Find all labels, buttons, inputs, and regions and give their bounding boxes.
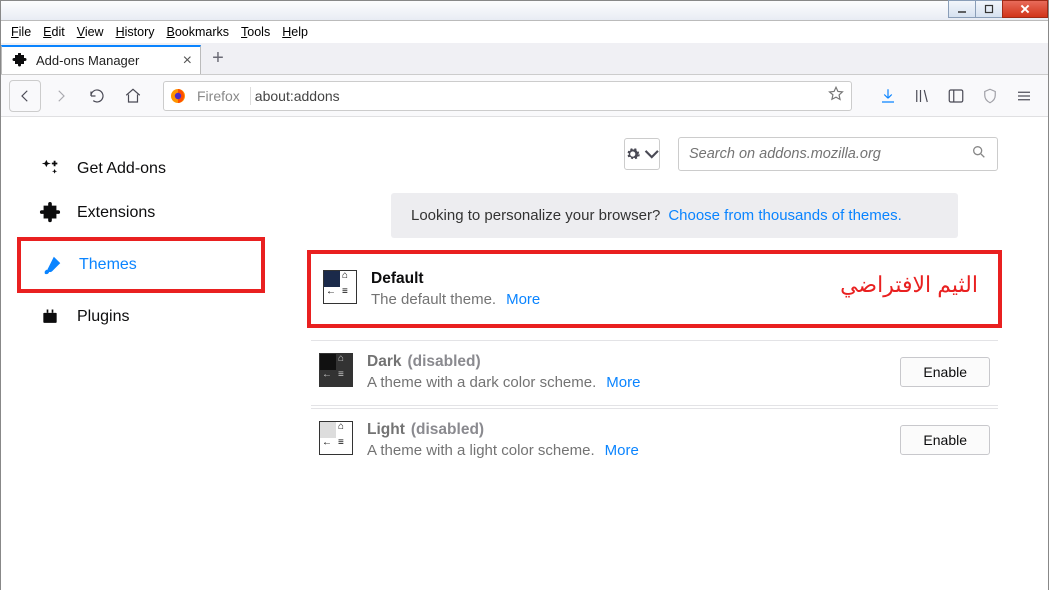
- puzzle-piece-icon: [39, 202, 61, 224]
- tab-strip: Add-ons Manager × +: [1, 43, 1048, 75]
- sidebar-item-label: Get Add-ons: [77, 160, 166, 178]
- banner-text: Looking to personalize your browser?: [411, 207, 660, 224]
- nav-toolbar: Firefox about:addons: [1, 75, 1048, 117]
- url-text: about:addons: [255, 88, 340, 104]
- annotation-highlight-theme: Default The default theme.More الثيم الا…: [307, 250, 1002, 328]
- tab-close-button[interactable]: ×: [183, 52, 192, 70]
- theme-description: A theme with a light color scheme.: [367, 442, 595, 459]
- sidebar-item-get-addons[interactable]: Get Add-ons: [21, 147, 261, 191]
- window-close-button[interactable]: [1002, 0, 1048, 18]
- sidebar-item-themes[interactable]: Themes: [23, 243, 259, 287]
- theme-disabled-tag: (disabled): [411, 421, 484, 438]
- menu-bookmarks[interactable]: Bookmarks: [167, 25, 230, 39]
- annotation-text: الثيم الافتراضي: [840, 272, 978, 298]
- theme-description: A theme with a dark color scheme.: [367, 374, 596, 391]
- identity-label: Firefox: [197, 88, 240, 104]
- forward-button[interactable]: [45, 80, 77, 112]
- tab-title: Add-ons Manager: [36, 53, 139, 68]
- enable-button[interactable]: Enable: [900, 425, 990, 455]
- sidebar-item-plugins[interactable]: Plugins: [21, 295, 261, 339]
- sidebar-item-label: Plugins: [77, 308, 129, 326]
- menu-history[interactable]: History: [116, 25, 155, 39]
- annotation-highlight-sidebar: Themes: [17, 237, 265, 293]
- new-tab-button[interactable]: +: [201, 43, 235, 74]
- theme-description: The default theme.: [371, 291, 496, 308]
- urlbar-separator: [250, 87, 251, 105]
- theme-row-light[interactable]: Light (disabled) A theme with a light col…: [311, 408, 998, 471]
- tools-menu-button[interactable]: [624, 138, 660, 170]
- sidebar-item-label: Themes: [79, 256, 137, 274]
- theme-more-link[interactable]: More: [506, 291, 540, 308]
- window-maximize-button[interactable]: [975, 0, 1003, 18]
- theme-disabled-tag: (disabled): [407, 353, 480, 370]
- sidebar-item-extensions[interactable]: Extensions: [21, 191, 261, 235]
- theme-thumbnail: [319, 353, 353, 387]
- reload-button[interactable]: [81, 80, 113, 112]
- gear-icon: [625, 146, 641, 162]
- search-placeholder-text: Search on addons.mozilla.org: [689, 146, 881, 162]
- plug-icon: [39, 306, 61, 328]
- theme-row-default[interactable]: Default The default theme.More الثيم الا…: [315, 258, 994, 320]
- theme-row-dark[interactable]: Dark (disabled) A theme with a dark color…: [311, 340, 998, 403]
- theme-more-link[interactable]: More: [605, 442, 639, 459]
- sparkle-plus-icon: [39, 158, 61, 180]
- menu-help[interactable]: Help: [282, 25, 308, 39]
- theme-thumbnail: [319, 421, 353, 455]
- puzzle-icon: [12, 53, 28, 69]
- menu-view[interactable]: View: [77, 25, 104, 39]
- window-minimize-button[interactable]: [948, 0, 976, 18]
- theme-more-link[interactable]: More: [606, 374, 640, 391]
- main-panel: Search on addons.mozilla.org Looking to …: [281, 117, 1048, 591]
- banner-link[interactable]: Choose from thousands of themes.: [668, 207, 901, 224]
- menu-file[interactable]: File: [11, 25, 31, 39]
- menu-bar: File Edit View History Bookmarks Tools H…: [1, 21, 1048, 43]
- shield-icon[interactable]: [974, 80, 1006, 112]
- theme-name: Dark: [367, 353, 401, 370]
- library-button[interactable]: [906, 80, 938, 112]
- search-icon: [971, 144, 987, 164]
- url-bar[interactable]: Firefox about:addons: [163, 81, 852, 111]
- back-button[interactable]: [9, 80, 41, 112]
- app-menu-button[interactable]: [1008, 80, 1040, 112]
- firefox-icon: [170, 88, 186, 104]
- sidebar-button[interactable]: [940, 80, 972, 112]
- home-button[interactable]: [117, 80, 149, 112]
- theme-thumbnail: [323, 270, 357, 304]
- addons-sidebar: Get Add-ons Extensions Themes Plugins: [1, 117, 281, 591]
- divider: [311, 405, 998, 406]
- enable-button[interactable]: Enable: [900, 357, 990, 387]
- chevron-down-icon: [644, 146, 660, 162]
- window-titlebar: [1, 1, 1048, 21]
- brush-icon: [41, 254, 63, 276]
- themes-promo-banner: Looking to personalize your browser? Cho…: [391, 193, 958, 238]
- bookmark-star-icon[interactable]: [827, 85, 845, 106]
- menu-tools[interactable]: Tools: [241, 25, 270, 39]
- menu-edit[interactable]: Edit: [43, 25, 65, 39]
- addons-search-input[interactable]: Search on addons.mozilla.org: [678, 137, 998, 171]
- tab-addons-manager[interactable]: Add-ons Manager ×: [1, 45, 201, 74]
- sidebar-item-label: Extensions: [77, 204, 155, 222]
- downloads-button[interactable]: [872, 80, 904, 112]
- theme-name: Light: [367, 421, 405, 438]
